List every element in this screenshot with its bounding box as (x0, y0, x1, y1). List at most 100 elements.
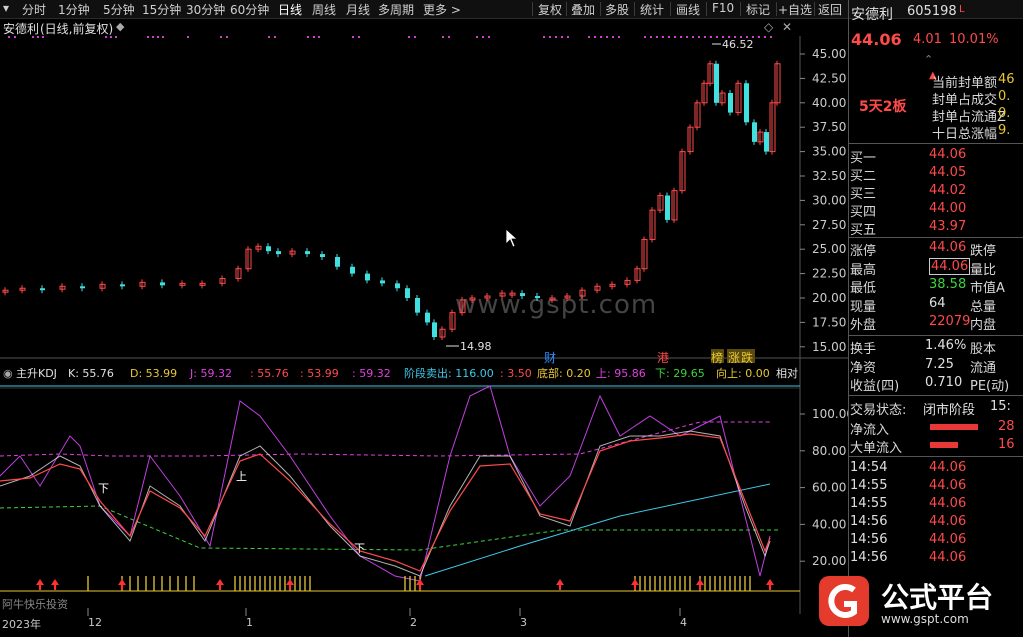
param-bottom: 底部: 0.20 (537, 366, 591, 380)
period-tab-1[interactable]: 1分钟 (58, 1, 90, 18)
buy-arrow-icon (631, 579, 639, 590)
event-marker-finance[interactable]: 财 (544, 351, 556, 365)
quote-value: 44.06 (929, 257, 971, 275)
event-marker-limit-up[interactable]: 涨 (728, 350, 740, 365)
chart-stock-name: 安德利 (3, 22, 40, 36)
param-8: : 3.50 (500, 367, 532, 380)
tick-time: 14:56 (850, 550, 888, 565)
flow-value: 28 (998, 419, 1015, 434)
indicator-lines (0, 385, 800, 592)
period-tab-4[interactable]: 30分钟 (186, 1, 225, 18)
tick-price: 44.06 (929, 478, 967, 493)
bid-price: 44.00 (929, 201, 967, 216)
stat-label: 换手 (850, 342, 877, 357)
tick-price: 44.06 (929, 496, 967, 511)
statistics-button[interactable]: 统计 (640, 1, 664, 18)
multi-stock-button[interactable]: 多股 (605, 1, 629, 18)
period-tab-5[interactable]: 60分钟 (230, 1, 269, 18)
add-watchlist-button[interactable]: +自选 (778, 1, 812, 18)
param-relative: 相对 (776, 366, 798, 380)
price-tick-label: 27.50 (812, 218, 846, 232)
indicator-axis-ticks: 100.00 80.00 60.00 40.00 20.00 (800, 407, 848, 568)
period-tab-7[interactable]: 周线 (312, 1, 336, 18)
limit-tag: 5天2板 (859, 99, 907, 115)
brand-logo-icon (819, 576, 869, 626)
param-6: : 59.32 (352, 367, 391, 380)
top-dot-markers (8, 36, 772, 38)
axis-label-feb: 2 (410, 616, 417, 629)
period-tab-0[interactable]: 分时 (22, 1, 46, 18)
f10-button[interactable]: F10 (712, 1, 734, 15)
axis-label-jan: 1 (246, 616, 253, 629)
diamond-icon[interactable]: ◇ (764, 20, 773, 34)
tick-price: 44.06 (929, 514, 967, 529)
param-k: K: 55.76 (68, 367, 114, 380)
price-tick-label: 42.50 (812, 71, 846, 85)
lower-band (0, 505, 780, 551)
event-marker-limit-down[interactable]: 跌 (741, 350, 753, 365)
tick-time: 14:54 (850, 460, 888, 475)
stat-label-2: PE(动) (970, 379, 1010, 394)
event-marker-rank[interactable]: 榜 (711, 350, 723, 365)
seal-field-label: 十日总涨幅 (932, 127, 998, 142)
buy-arrow-icon (766, 579, 774, 590)
collapse-icon[interactable]: ⌃ (924, 53, 933, 66)
status-time: 15: (990, 399, 1011, 414)
low-price-label: 14.98 (460, 340, 492, 353)
buy-arrow-icon (51, 579, 59, 590)
stat-value: 7.25 (925, 356, 954, 372)
back-button[interactable]: 返回 (818, 1, 842, 18)
k-line (0, 430, 771, 577)
seal-field-value: 0. (998, 106, 1011, 121)
time-axis-bar: 2023年 12 1 2 3 4 (0, 614, 848, 637)
bottom-left-caption: 阿牛快乐投资 (2, 598, 68, 611)
period-tab-daily[interactable]: 日线 (278, 1, 302, 18)
draw-line-button[interactable]: 画线 (676, 1, 700, 18)
quote-label-2: 跌停 (970, 244, 997, 259)
mark-button[interactable]: 标记 (746, 1, 770, 18)
chevron-down-icon[interactable]: ▾ (3, 1, 9, 15)
close-icon[interactable]: ✕ (782, 20, 792, 34)
param-4: : 55.76 (250, 367, 289, 380)
panel-stock-suffix: L (959, 4, 965, 15)
param-upward: 向上: 0.00 (716, 366, 770, 380)
quote-label-2: 内盘 (970, 318, 997, 333)
period-tab-2[interactable]: 5分钟 (103, 1, 135, 18)
axis-label-dec: 12 (88, 616, 102, 629)
stat-value: 1.46% (925, 338, 967, 353)
quote-value: 38.58 (929, 277, 967, 292)
chart-title-bar: 安德利 (日线,前复权) ◆ ◇ ✕ (0, 18, 800, 36)
flow-label: 大单流入 (850, 441, 903, 456)
param-j: J: 59.32 (189, 367, 232, 380)
period-tab-9[interactable]: 多周期 (378, 1, 414, 18)
price-tick-label: 30.00 (812, 193, 846, 207)
bid-price: 44.05 (929, 165, 967, 180)
price-tick-label: 22.50 (812, 267, 846, 281)
d-line (0, 433, 771, 572)
indicator-tick-label: 80.00 (812, 444, 846, 458)
bid-price: 44.06 (929, 147, 967, 162)
period-tab-8[interactable]: 月线 (346, 1, 370, 18)
status-label: 交易状态: (850, 403, 907, 418)
quote-label: 现量 (850, 299, 877, 315)
seal-field-value: 46 (998, 72, 1015, 87)
axis-label-year: 2023年 (2, 618, 41, 631)
bid-label: 买一 (850, 151, 877, 166)
indicator-name[interactable]: 主升KDJ (16, 367, 57, 380)
indicator-tick-label: 60.00 (812, 481, 846, 495)
candlesticks (2, 60, 781, 341)
flow-bar (930, 442, 958, 448)
period-tab-3[interactable]: 15分钟 (142, 1, 181, 18)
chart-mode[interactable]: (日线,前复权) (40, 20, 113, 37)
indicator-settings-icon[interactable]: ◉ (3, 367, 13, 380)
restore-rights-button[interactable]: 复权 (538, 1, 562, 18)
high-price-label: 46.52 (722, 38, 754, 51)
more-periods-button[interactable]: 更多 > (423, 1, 461, 18)
signal-label-down-2: 下 (354, 542, 365, 555)
buy-arrow-icon (216, 579, 224, 590)
diamond-settings-icon[interactable]: ◆ (116, 20, 124, 33)
quote-label: 外盘 (850, 318, 877, 333)
indicator-tick-label: 40.00 (812, 517, 846, 531)
event-marker-hk[interactable]: 港 (657, 351, 669, 365)
overlay-button[interactable]: 叠加 (571, 1, 595, 18)
